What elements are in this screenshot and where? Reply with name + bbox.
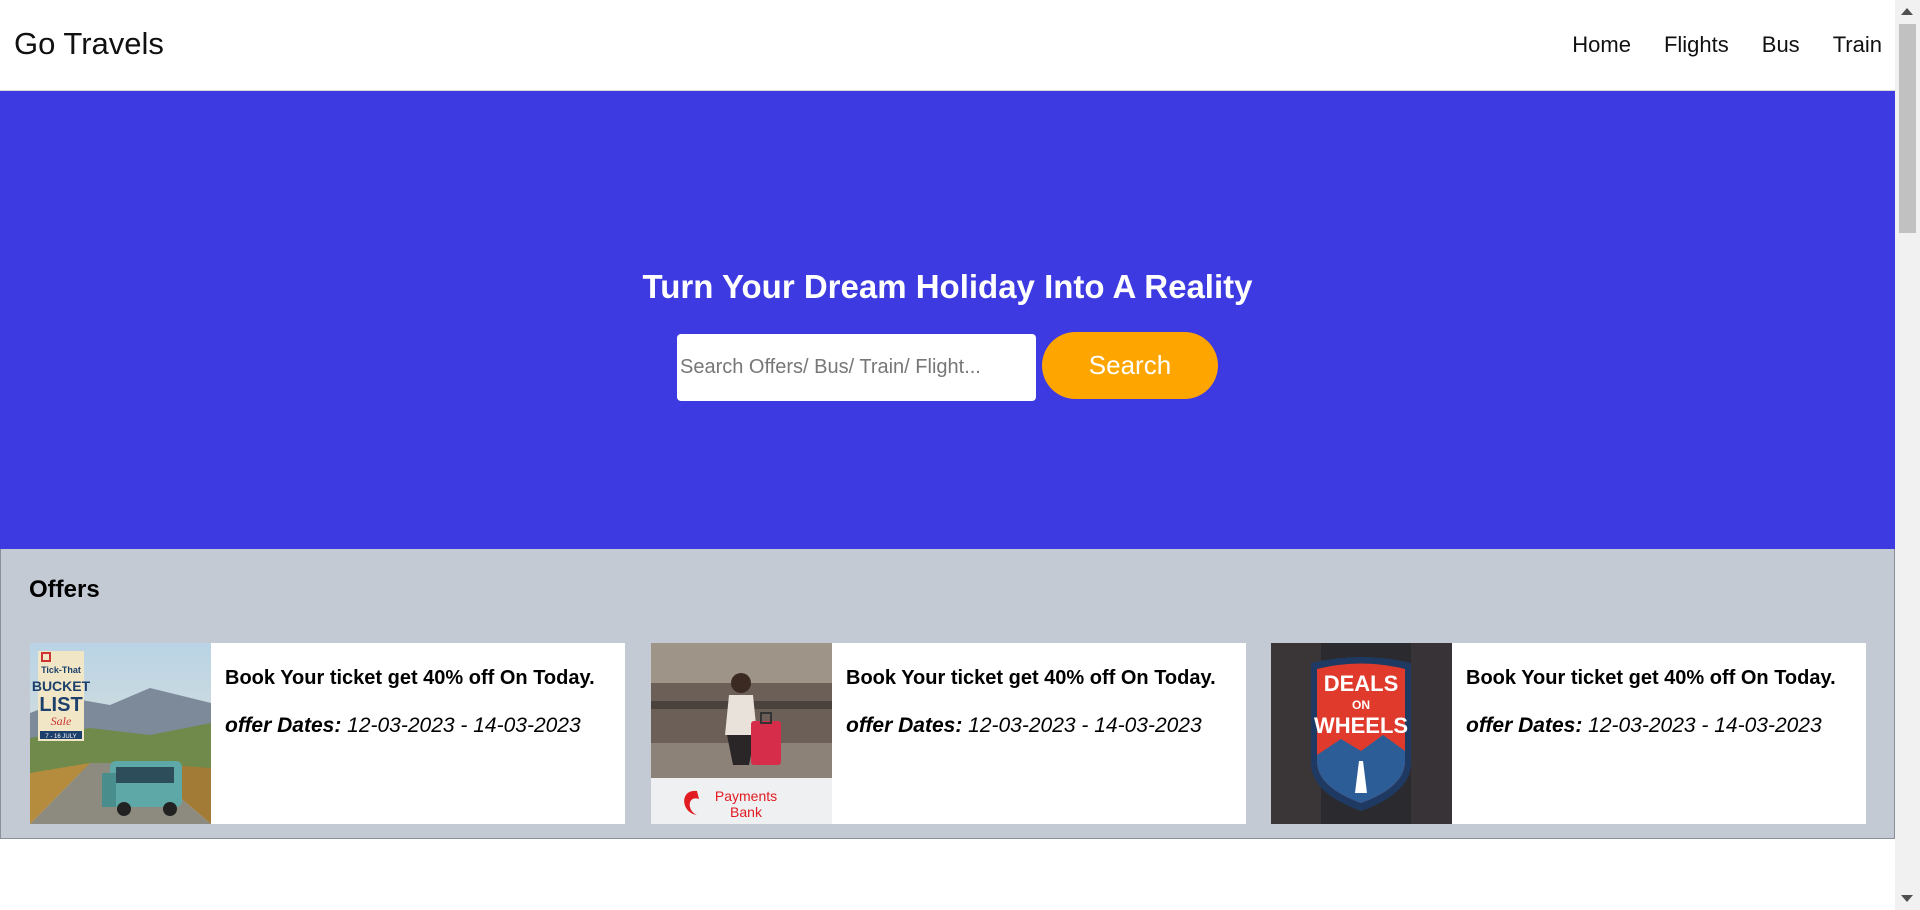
- offers-title: Offers: [29, 576, 100, 603]
- image-text: Payments: [715, 788, 777, 804]
- offer-dates: offer Dates: 12-03-2023 - 14-03-2023: [225, 713, 581, 739]
- site-header: Go Travels Home Flights Bus Train: [0, 0, 1895, 91]
- offer-dates: offer Dates: 12-03-2023 - 14-03-2023: [846, 713, 1202, 739]
- main-nav: Home Flights Bus Train: [1539, 32, 1882, 58]
- offer-card[interactable]: Payments Bank Book Your ticket get 40% o…: [651, 643, 1246, 824]
- image-text: WHEELS: [1314, 713, 1408, 738]
- scroll-up-arrow-icon[interactable]: [1901, 8, 1913, 15]
- offer-dates-label: offer Dates:: [225, 714, 342, 737]
- offers-section: Offers Tick-That BUCKET LIST Sale 7 - 16…: [0, 549, 1895, 839]
- offer-dates: offer Dates: 12-03-2023 - 14-03-2023: [1466, 713, 1822, 739]
- offer-dates-label: offer Dates:: [1466, 714, 1583, 737]
- offer-dates-value: 12-03-2023 - 14-03-2023: [347, 714, 581, 737]
- offer-title: Book Your ticket get 40% off On Today.: [1466, 667, 1836, 689]
- hero-title: Turn Your Dream Holiday Into A Reality: [642, 268, 1253, 305]
- nav-bus-link[interactable]: Bus: [1762, 32, 1800, 58]
- image-text: Bank: [730, 804, 763, 820]
- page: Go Travels Home Flights Bus Train Turn Y…: [0, 0, 1895, 910]
- search-button[interactable]: Search: [1042, 332, 1218, 399]
- offer-title: Book Your ticket get 40% off On Today.: [225, 667, 595, 689]
- offer-card[interactable]: DEALS ON WHEELS Book Your ticket get 40%…: [1271, 643, 1866, 824]
- vertical-scrollbar[interactable]: [1895, 0, 1920, 910]
- scroll-down-arrow-icon[interactable]: [1901, 895, 1913, 902]
- offer-image-bucket-list-sale: Tick-That BUCKET LIST Sale 7 - 16 JULY: [30, 643, 211, 824]
- image-text: ON: [1352, 698, 1370, 712]
- image-text: BUCKET: [32, 678, 91, 694]
- image-text: 7 - 16 JULY: [45, 734, 76, 740]
- image-text: Tick-That: [41, 665, 81, 675]
- hero-banner: Turn Your Dream Holiday Into A Reality S…: [0, 91, 1895, 549]
- search-input[interactable]: [677, 334, 1036, 401]
- offer-dates-label: offer Dates:: [846, 714, 963, 737]
- offer-dates-value: 12-03-2023 - 14-03-2023: [968, 714, 1202, 737]
- scrollbar-thumb[interactable]: [1899, 24, 1916, 233]
- offer-title: Book Your ticket get 40% off On Today.: [846, 667, 1216, 689]
- offer-image-payments-bank: Payments Bank: [651, 643, 832, 824]
- offer-card[interactable]: Tick-That BUCKET LIST Sale 7 - 16 JULY B…: [30, 643, 625, 824]
- nav-flights-link[interactable]: Flights: [1664, 32, 1729, 58]
- brand-logo[interactable]: Go Travels: [14, 26, 164, 62]
- offer-image-deals-on-wheels: DEALS ON WHEELS: [1271, 643, 1452, 824]
- offer-dates-value: 12-03-2023 - 14-03-2023: [1588, 714, 1822, 737]
- image-text: Sale: [51, 714, 72, 728]
- nav-train-link[interactable]: Train: [1833, 32, 1882, 58]
- image-text: LIST: [39, 694, 82, 716]
- image-text: DEALS: [1324, 671, 1399, 696]
- nav-home-link[interactable]: Home: [1572, 32, 1631, 58]
